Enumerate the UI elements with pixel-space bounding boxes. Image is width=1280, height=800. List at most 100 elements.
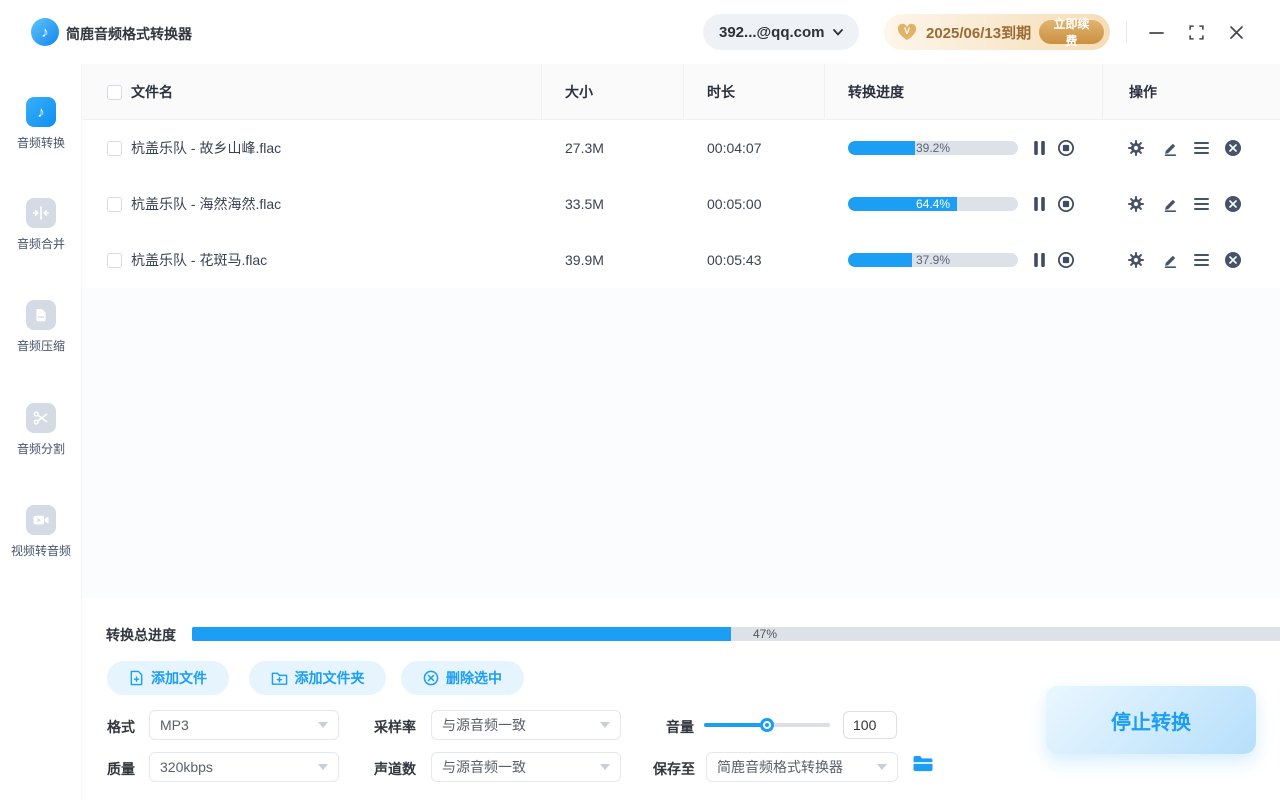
- file-size: 39.9M: [565, 252, 604, 268]
- sample-rate-select[interactable]: 与源音频一致: [431, 710, 621, 740]
- edit-pen-icon[interactable]: [1161, 251, 1179, 269]
- maximize-button[interactable]: [1185, 21, 1207, 43]
- compress-icon: [26, 300, 56, 330]
- col-duration: 时长: [707, 84, 735, 100]
- row-progress-bar: 37.9%: [848, 253, 1018, 267]
- settings-gear-icon[interactable]: [1127, 251, 1145, 269]
- detail-menu-icon[interactable]: [1192, 195, 1210, 213]
- quality-select[interactable]: 320kbps: [149, 752, 339, 782]
- file-duration: 00:05:00: [707, 196, 762, 212]
- file-name: 杭盖乐队 - 海然海然.flac: [131, 196, 282, 212]
- col-actions: 操作: [1129, 84, 1157, 100]
- stop-button[interactable]: [1057, 195, 1075, 213]
- pause-button[interactable]: [1030, 195, 1048, 213]
- settings-gear-icon[interactable]: [1127, 195, 1145, 213]
- detail-menu-icon[interactable]: [1192, 139, 1210, 157]
- pause-button[interactable]: [1030, 139, 1048, 157]
- row-checkbox[interactable]: [107, 120, 122, 176]
- progress-percent-label: 37.9%: [915, 253, 951, 267]
- volume-input[interactable]: [843, 711, 897, 739]
- account-dropdown[interactable]: 392...@qq.com: [703, 14, 859, 50]
- stop-conversion-button[interactable]: 停止转换: [1046, 686, 1256, 754]
- progress-percent-label: 39.2%: [915, 141, 951, 155]
- table-row: 杭盖乐队 - 故乡山峰.flac 27.3M 00:04:07 39.2%: [82, 120, 1280, 176]
- file-name: 杭盖乐队 - 故乡山峰.flac: [131, 140, 282, 156]
- sidebar-item-audio-convert[interactable]: ♪ 音频转换: [0, 97, 82, 151]
- file-size: 27.3M: [565, 140, 604, 156]
- renew-now-button[interactable]: 立即续费: [1039, 17, 1104, 48]
- caret-down-icon: [600, 764, 610, 770]
- sidebar-item-audio-merge[interactable]: 音频合并: [0, 198, 82, 252]
- scissors-icon: [26, 403, 56, 433]
- total-progress-label: 转换总进度: [106, 627, 176, 643]
- settings-gear-icon[interactable]: [1127, 139, 1145, 157]
- col-filename: 文件名: [131, 84, 173, 100]
- stop-button[interactable]: [1057, 251, 1075, 269]
- remove-file-icon[interactable]: [1224, 195, 1242, 213]
- volume-label: 音量: [666, 719, 694, 735]
- total-progress-bar: 47%: [192, 627, 1280, 641]
- file-name: 杭盖乐队 - 花斑马.flac: [131, 252, 268, 268]
- format-label: 格式: [107, 719, 135, 735]
- titlebar: ♪ 简鹿音频格式转换器 392...@qq.com V 2025/06/13到期…: [0, 0, 1280, 64]
- total-progress-percent: 47%: [752, 627, 778, 641]
- table-row: 杭盖乐队 - 海然海然.flac 33.5M 00:05:00 64.4%: [82, 176, 1280, 232]
- add-file-button[interactable]: 添加文件: [107, 661, 229, 695]
- volume-slider[interactable]: [704, 710, 830, 740]
- select-all-checkbox[interactable]: [107, 64, 122, 120]
- channels-label: 声道数: [374, 761, 416, 777]
- sidebar-item-video-to-audio[interactable]: 视频转音频: [0, 505, 82, 559]
- folder-plus-icon: [271, 672, 287, 685]
- vip-expiry-date: 2025/06/13到期: [926, 24, 1032, 42]
- row-progress-bar: 39.2%: [848, 141, 1018, 155]
- col-size: 大小: [565, 84, 593, 100]
- circle-x-icon: [423, 670, 439, 686]
- delete-selected-button[interactable]: 删除选中: [401, 661, 524, 695]
- close-button[interactable]: [1225, 21, 1247, 43]
- remove-file-icon[interactable]: [1224, 139, 1242, 157]
- open-folder-button[interactable]: [910, 752, 936, 776]
- footer-panel: 转换总进度 47% 添加文件 添加文件夹 删除选中 格式 MP3 采样率 与源音…: [82, 598, 1280, 800]
- row-checkbox[interactable]: [107, 176, 122, 232]
- detail-menu-icon[interactable]: [1192, 251, 1210, 269]
- progress-percent-label: 64.4%: [915, 197, 951, 211]
- chevron-down-icon: [832, 28, 843, 36]
- sidebar-item-audio-compress[interactable]: 音频压缩: [0, 300, 82, 354]
- channels-select[interactable]: 与源音频一致: [431, 752, 621, 782]
- table-row: 杭盖乐队 - 花斑马.flac 39.9M 00:05:43 37.9%: [82, 232, 1280, 288]
- app-logo-icon: ♪: [31, 18, 59, 46]
- save-to-select[interactable]: 简鹿音频格式转换器: [706, 752, 898, 782]
- vip-heart-icon: V: [896, 22, 918, 42]
- titlebar-separator: [1126, 22, 1127, 42]
- format-select[interactable]: MP3: [149, 710, 339, 740]
- remove-file-icon[interactable]: [1224, 251, 1242, 269]
- music-note-icon: ♪: [26, 97, 56, 127]
- sample-rate-label: 采样率: [374, 719, 416, 735]
- col-progress: 转换进度: [848, 84, 904, 100]
- file-duration: 00:04:07: [707, 140, 762, 156]
- add-folder-button[interactable]: 添加文件夹: [249, 661, 386, 695]
- stop-button[interactable]: [1057, 139, 1075, 157]
- caret-down-icon: [600, 722, 610, 728]
- row-checkbox[interactable]: [107, 232, 122, 288]
- sidebar-nav: ♪ 音频转换 音频合并 音频压缩 音频分割 视频转音频: [0, 64, 82, 800]
- slider-thumb[interactable]: [760, 718, 774, 732]
- edit-pen-icon[interactable]: [1161, 195, 1179, 213]
- caret-down-icon: [877, 764, 887, 770]
- file-duration: 00:05:43: [707, 252, 762, 268]
- save-to-label: 保存至: [653, 761, 695, 777]
- edit-pen-icon[interactable]: [1161, 139, 1179, 157]
- sidebar-item-audio-split[interactable]: 音频分割: [0, 403, 82, 457]
- app-title: 简鹿音频格式转换器: [66, 26, 192, 42]
- row-progress-bar: 64.4%: [848, 197, 1018, 211]
- account-email: 392...@qq.com: [719, 23, 825, 41]
- pause-button[interactable]: [1030, 251, 1048, 269]
- table-header: 文件名 大小 时长 转换进度 操作: [82, 64, 1280, 120]
- merge-icon: [26, 198, 56, 228]
- app-window: ♪ 简鹿音频格式转换器 392...@qq.com V 2025/06/13到期…: [0, 0, 1280, 800]
- minimize-button[interactable]: [1145, 21, 1167, 43]
- caret-down-icon: [318, 722, 328, 728]
- file-size: 33.5M: [565, 196, 604, 212]
- folder-icon: [913, 755, 933, 772]
- video-icon: [26, 505, 56, 535]
